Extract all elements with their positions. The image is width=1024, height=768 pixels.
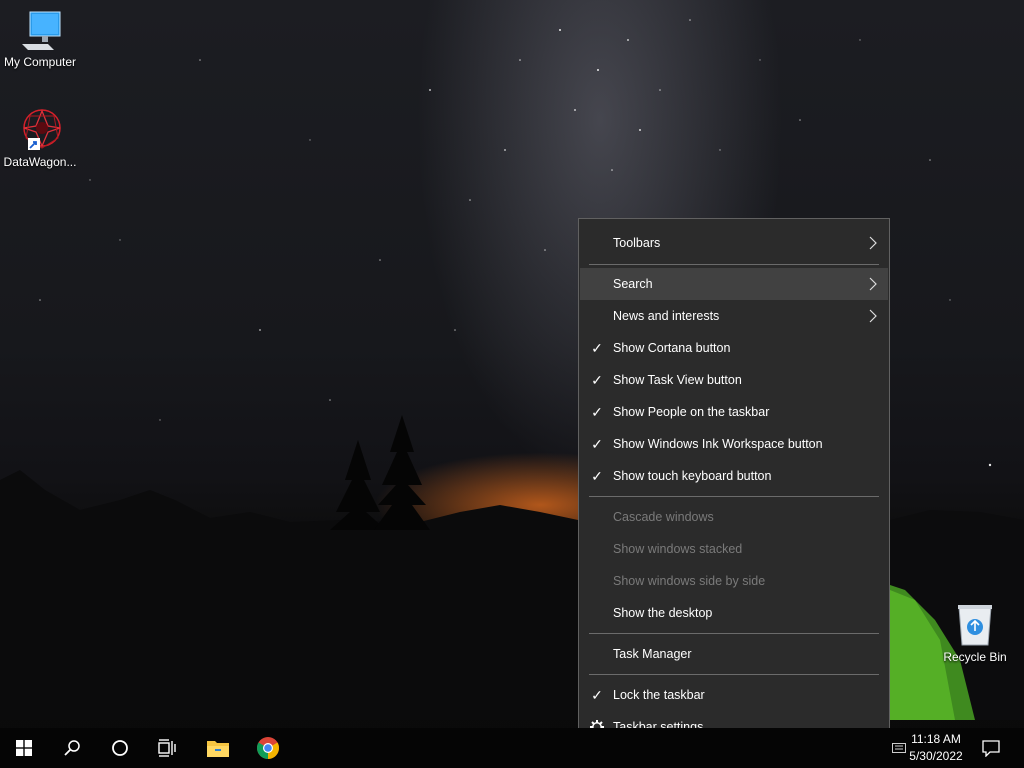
menu-item-windows-stacked: Show windows stacked (580, 533, 888, 565)
chevron-right-icon (869, 277, 877, 291)
menu-item-label: Show Task View button (613, 373, 742, 387)
menu-item-label: Show touch keyboard button (613, 469, 772, 483)
task-view-button[interactable] (144, 728, 192, 768)
pine-trees (330, 415, 430, 530)
menu-item-show-ink-workspace[interactable]: ✓ Show Windows Ink Workspace button (580, 428, 888, 460)
checkmark-icon: ✓ (591, 467, 603, 484)
menu-item-label: News and interests (613, 309, 720, 323)
menu-item-cascade-windows: Cascade windows (580, 501, 888, 533)
menu-item-label: Show Windows Ink Workspace button (613, 437, 823, 451)
computer-icon (22, 11, 61, 50)
start-icon (16, 740, 32, 756)
menu-item-label: Show windows stacked (613, 542, 743, 556)
taskbar: 11:18 AM 5/30/2022 (0, 728, 1024, 768)
menu-item-show-cortana-button[interactable]: ✓ Show Cortana button (580, 332, 888, 364)
desktop-icon-label: DataWagon... (3, 155, 77, 169)
action-center-button[interactable] (968, 728, 1014, 768)
app-shortcut-icon (23, 109, 61, 150)
clock-date: 5/30/2022 (909, 749, 963, 763)
desktop-icon-label: My Computer (3, 55, 77, 69)
keyboard-icon (892, 743, 906, 753)
menu-item-news-and-interests[interactable]: News and interests (580, 300, 888, 332)
taskbar-search-button[interactable] (48, 728, 96, 768)
menu-item-search[interactable]: Search (580, 268, 888, 300)
menu-item-label: Cascade windows (613, 510, 714, 524)
menu-item-show-touch-keyboard[interactable]: ✓ Show touch keyboard button (580, 460, 888, 492)
tray-keyboard-icon[interactable] (892, 743, 906, 756)
cortana-icon (112, 740, 128, 756)
menu-item-lock-taskbar[interactable]: ✓ Lock the taskbar (580, 679, 888, 711)
desktop-icon-datawagon[interactable]: DataWagon... (0, 108, 80, 169)
menu-item-label: Toolbars (613, 236, 661, 250)
checkmark-icon: ✓ (591, 435, 603, 452)
menu-separator (589, 496, 879, 497)
menu-item-task-manager[interactable]: Task Manager (580, 638, 888, 670)
recycle-bin-icon (958, 605, 992, 646)
chevron-right-icon (869, 309, 877, 323)
menu-separator (589, 264, 879, 265)
task-view-icon (158, 739, 176, 757)
desktop-icon-recycle-bin[interactable]: Recycle Bin (935, 603, 1015, 664)
menu-item-label: Lock the taskbar (613, 688, 705, 702)
menu-separator (589, 674, 879, 675)
clock-time: 11:18 AM (911, 732, 961, 746)
cortana-button[interactable] (96, 728, 144, 768)
menu-item-toolbars[interactable]: Toolbars (580, 227, 888, 259)
checkmark-icon: ✓ (591, 371, 603, 388)
menu-item-label: Show windows side by side (613, 574, 766, 588)
action-center-icon (982, 740, 1000, 757)
taskbar-context-menu: Toolbars Search News and interests ✓ Sho… (578, 218, 890, 750)
menu-item-label: Show People on the taskbar (613, 405, 770, 419)
checkmark-icon: ✓ (591, 686, 603, 703)
menu-item-windows-side-by-side: Show windows side by side (580, 565, 888, 597)
file-explorer-icon (207, 741, 229, 757)
desktop-icon-my-computer[interactable]: My Computer (0, 10, 80, 69)
system-clock[interactable]: 11:18 AM 5/30/2022 (906, 731, 966, 765)
menu-item-label: Task Manager (613, 647, 692, 661)
start-button[interactable] (0, 728, 48, 768)
menu-item-label: Show Cortana button (613, 341, 731, 355)
chrome-icon (257, 737, 279, 759)
chevron-right-icon (869, 236, 877, 250)
menu-item-label: Show the desktop (613, 606, 713, 620)
checkmark-icon: ✓ (591, 403, 603, 420)
checkmark-icon: ✓ (591, 339, 603, 356)
menu-separator (589, 633, 879, 634)
menu-item-label: Search (613, 277, 653, 291)
chrome-button[interactable] (244, 728, 292, 768)
desktop-icon-label: Recycle Bin (943, 650, 1007, 664)
search-icon (64, 740, 80, 756)
file-explorer-button[interactable] (194, 728, 242, 768)
menu-item-show-task-view-button[interactable]: ✓ Show Task View button (580, 364, 888, 396)
menu-item-show-desktop[interactable]: Show the desktop (580, 597, 888, 629)
menu-item-show-people[interactable]: ✓ Show People on the taskbar (580, 396, 888, 428)
